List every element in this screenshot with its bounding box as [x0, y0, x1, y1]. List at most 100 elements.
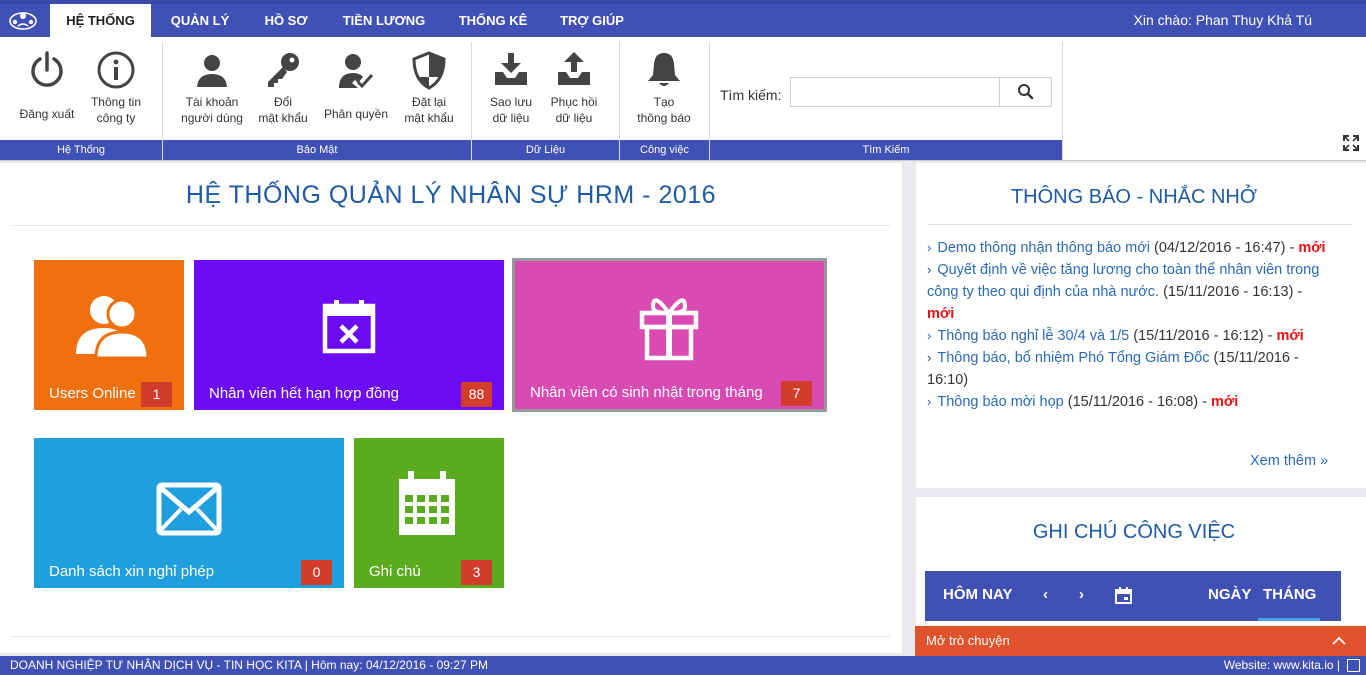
chevron-up-icon[interactable] [1332, 626, 1346, 656]
tile-count: 3 [461, 560, 492, 585]
search-button[interactable] [999, 77, 1052, 107]
group-system: Đăng xuất Thông tin công ty Hệ Thống [0, 42, 163, 160]
calendar-picker-icon[interactable] [1115, 587, 1132, 604]
tile-label: Ghi chú [369, 563, 421, 580]
tile-label: Nhân viên hết hạn hợp đồng [209, 385, 399, 402]
notice-meta: (15/11/2016 - 16:13) - [1159, 284, 1303, 300]
notice-item: › Quyết định về việc tăng lương cho toàn … [927, 259, 1327, 325]
save-icon[interactable] [1347, 659, 1360, 672]
notice-list: › Demo thông nhận thông báo mới (04/12/20… [927, 237, 1327, 413]
group-data-title: Dữ Liệu [472, 140, 619, 160]
chat-label: Mở trò chuyện [926, 633, 1010, 648]
key-icon [268, 53, 299, 87]
chevron-right-icon: › [927, 350, 932, 365]
users-icon [76, 296, 150, 360]
notice-meta: (15/11/2016 - 16:12) - [1129, 328, 1277, 344]
reset-password-label-2: mật khẩu [404, 111, 454, 125]
shield-icon [412, 51, 446, 90]
tile-expired-contracts[interactable]: Nhân viên hết hạn hợp đồng 88 [194, 260, 504, 410]
user-accounts-label-2: người dùng [181, 111, 243, 125]
company-info-label-2: công ty [96, 111, 136, 125]
calendar-x-icon [322, 300, 376, 354]
backup-label-2: dữ liệu [492, 111, 530, 125]
group-security-title: Bảo Mật [163, 140, 471, 160]
chevron-right-icon: › [927, 240, 932, 255]
open-chat-bar[interactable]: Mở trò chuyện [915, 626, 1366, 656]
footer-website[interactable]: Website: www.kita.io | [1224, 656, 1340, 675]
app-logo-icon[interactable] [8, 8, 38, 32]
today-button[interactable]: HÔM NAY [943, 571, 1012, 619]
reset-password-button[interactable]: Đặt lại mật khẩu [397, 50, 461, 126]
day-view-button[interactable]: NGÀY [1208, 571, 1251, 619]
search-label: Tìm kiếm: [720, 87, 782, 103]
user-greeting[interactable]: Xin chào: Phan Thuy Khả Tú [1134, 4, 1313, 37]
create-notice-label-2: thông báo [637, 111, 691, 125]
top-nav: HỆ THỐNG QUẢN LÝ HỒ SƠ TIỀN LƯƠNG THỐNG … [0, 0, 1366, 37]
user-accounts-button[interactable]: Tài khoản người dùng [177, 50, 247, 126]
create-notice-label-1: Tạo [653, 95, 675, 109]
chevron-right-icon: › [927, 328, 932, 343]
double-chevron-right-icon: » [1320, 453, 1329, 469]
backup-button[interactable]: Sao lưu dữ liệu [484, 50, 538, 126]
notice-link[interactable]: Thông báo nghỉ lễ 30/4 và 1/5 [937, 328, 1129, 344]
change-password-label-2: mật khẩu [258, 111, 308, 125]
gift-icon [639, 298, 699, 361]
restore-button[interactable]: Phục hồi dữ liệu [544, 50, 604, 126]
change-password-button[interactable]: Đổi mật khẩu [251, 50, 315, 126]
permissions-button[interactable]: Phân quyền [319, 50, 393, 122]
tile-birthdays[interactable]: Nhân viên có sinh nhật trong tháng 7 [512, 258, 827, 412]
page-title: HỆ THỐNG QUẢN LÝ NHÂN SỰ HRM - 2016 [185, 181, 717, 209]
tile-count: 0 [301, 560, 332, 585]
group-work-title: Công việc [620, 140, 709, 160]
restore-label-2: dữ liệu [555, 111, 593, 125]
tab-thong-ke[interactable]: THỐNG KÊ [450, 4, 536, 37]
backup-label-1: Sao lưu [489, 95, 533, 109]
tab-tien-luong[interactable]: TIỀN LƯƠNG [335, 4, 433, 37]
calendar-toolbar: HÔM NAY ‹ › NGÀY THÁNG [925, 571, 1341, 621]
footer-company: DOANH NGHIỆP TƯ NHÂN DỊCH VỤ - TIN HỌC K… [10, 658, 488, 672]
fullscreen-icon[interactable] [1343, 135, 1359, 151]
tab-tro-giup[interactable]: TRỢ GIÚP [550, 4, 634, 37]
logout-button[interactable]: Đăng xuất [14, 50, 80, 122]
tile-label: Nhân viên có sinh nhật trong tháng [530, 384, 763, 401]
dashboard-panel: HỆ THỐNG QUẢN LÝ NHÂN SỰ HRM - 2016 User… [0, 163, 902, 653]
divider [12, 225, 890, 226]
new-badge: mới [927, 306, 955, 322]
logout-label: Đăng xuất [19, 107, 75, 121]
notice-item: › Demo thông nhận thông báo mới (04/12/20… [927, 237, 1327, 259]
info-icon [97, 51, 135, 89]
divider [928, 224, 1352, 225]
notice-link[interactable]: Thông báo mời họp [937, 394, 1063, 410]
create-notice-button[interactable]: Tạo thông báo [632, 50, 696, 126]
tile-notes[interactable]: Ghi chú 3 [354, 438, 504, 588]
notice-link[interactable]: Thông báo, bổ nhiệm Phó Tổng Giám Đốc [937, 350, 1209, 366]
notice-item: › Thông báo, bổ nhiệm Phó Tổng Giám Đốc (… [927, 347, 1327, 391]
tile-count: 1 [141, 382, 172, 407]
chevron-right-icon: › [927, 262, 932, 277]
tile-leave-requests[interactable]: Danh sách xin nghỉ phép 0 [34, 438, 344, 588]
ribbon-toolbar: Đăng xuất Thông tin công ty Hệ Thống Tài… [0, 37, 1366, 161]
tab-he-thong[interactable]: HỆ THỐNG [50, 4, 151, 37]
tile-users-online[interactable]: Users Online 1 [34, 260, 184, 410]
footer: DOANH NGHIỆP TƯ NHÂN DỊCH VỤ - TIN HỌC K… [0, 656, 1366, 675]
calendar-icon [399, 471, 455, 535]
search-input[interactable] [790, 77, 1000, 107]
group-search-title: Tìm Kiếm [710, 140, 1062, 160]
upload-tray-icon [558, 52, 590, 85]
tile-label: Users Online [49, 385, 136, 402]
search-icon [1018, 84, 1034, 100]
company-info-button[interactable]: Thông tin công ty [84, 50, 148, 126]
new-badge: mới [1276, 328, 1304, 344]
notice-meta: (04/12/2016 - 16:47) - [1150, 240, 1299, 256]
divider [12, 636, 890, 637]
prev-icon[interactable]: ‹ [1043, 571, 1048, 619]
notice-link[interactable]: Demo thông nhận thông báo mới [937, 240, 1150, 256]
tab-quan-ly[interactable]: QUẢN LÝ [160, 4, 240, 37]
month-view-button[interactable]: THÁNG [1263, 571, 1316, 619]
tab-ho-so[interactable]: HỒ SƠ [252, 4, 320, 37]
restore-label-1: Phục hồi [550, 95, 598, 109]
next-icon[interactable]: › [1079, 571, 1084, 619]
see-more-link[interactable]: Xem thêm » [1250, 453, 1328, 469]
group-security: Tài khoản người dùng Đổi mật khẩu Phân q… [163, 42, 472, 160]
notice-item: › Thông báo mời họp (15/11/2016 - 16:08) … [927, 391, 1327, 413]
